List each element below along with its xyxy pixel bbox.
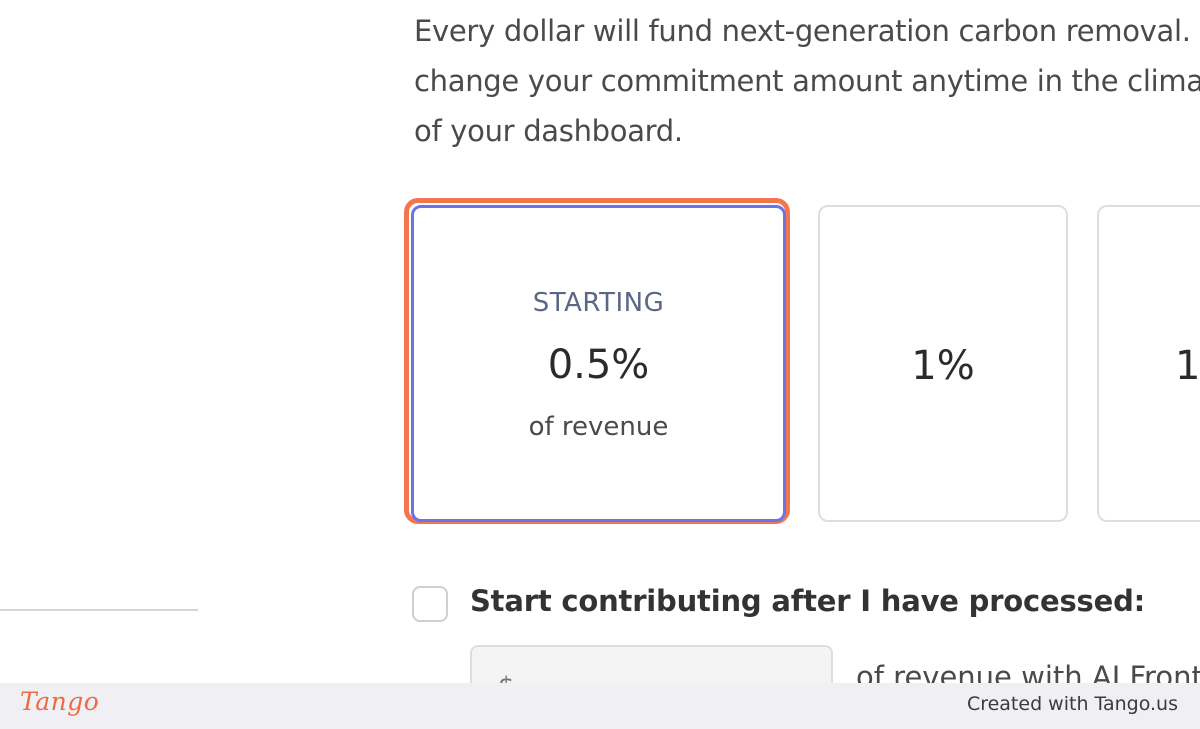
start-threshold-checkbox[interactable] (412, 586, 448, 622)
option-card-1-percent[interactable]: 1% (818, 205, 1068, 522)
start-threshold-label: Start contributing after I have processe… (470, 584, 1146, 618)
intro-line: of your dashboard. (414, 114, 683, 148)
option-value: 1. (1175, 343, 1200, 389)
option-subtitle: of revenue (528, 412, 669, 442)
tango-footer: Tango Created with Tango.us (0, 683, 1200, 729)
screen: Every dollar will fund next-generation c… (0, 0, 1200, 729)
divider (0, 609, 198, 611)
tango-logo: Tango (20, 687, 100, 716)
option-card-3[interactable]: 1. (1097, 205, 1200, 522)
option-card-starting[interactable]: STARTING 0.5% of revenue (411, 205, 786, 522)
intro-text: Every dollar will fund next-generation c… (414, 6, 1200, 156)
intro-line: Every dollar will fund next-generation c… (414, 14, 1191, 48)
intro-line: change your commitment amount anytime in… (414, 64, 1200, 98)
option-value: 1% (911, 343, 975, 389)
footer-credit: Created with Tango.us (966, 693, 1178, 715)
option-tag: STARTING (532, 288, 665, 318)
option-value: 0.5% (547, 342, 650, 388)
